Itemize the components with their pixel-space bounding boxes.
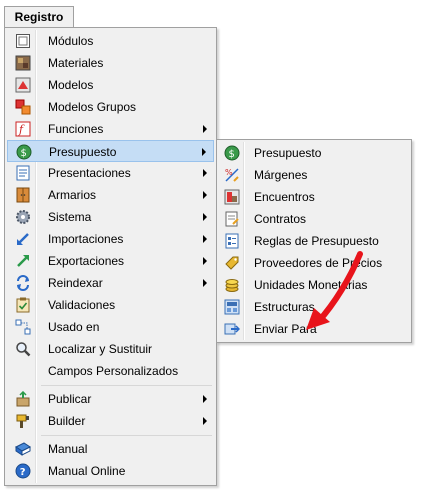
submenu-arrow-icon [203,191,207,199]
menu-item-label: Manual Online [48,464,126,478]
menu-item-publicar[interactable]: Publicar [7,388,214,410]
import-icon [15,231,31,247]
menu-item-label: Publicar [48,392,92,406]
menu-item-manual-online[interactable]: ? Manual Online [7,460,214,482]
menu-item-label: Sistema [48,210,92,224]
submenu-item-encuentros[interactable]: Encuentros [219,186,409,208]
menu-item-label: Presupuesto [49,145,117,159]
models-icon [15,77,31,93]
menubar: Registro [0,0,421,28]
structures-icon [224,299,240,315]
modules-icon [15,33,31,49]
validations-icon [15,297,31,313]
menu-item-usado-en[interactable]: Usado en [7,316,214,338]
menu-item-modulos[interactable]: Módulos [7,30,214,52]
submenu-arrow-icon [203,417,207,425]
budget-rules-icon [224,233,240,249]
menu-item-funciones[interactable]: f Funciones [7,118,214,140]
model-groups-icon [15,99,31,115]
submenu-arrow-icon [203,235,207,243]
export-icon [15,253,31,269]
menu-item-label: Presupuesto [254,146,322,160]
menu-item-label: Funciones [48,122,104,136]
menu-item-label: Materiales [48,56,104,70]
menu-item-label: Usado en [48,320,100,334]
currency-units-icon [224,277,240,293]
menu-item-materiales[interactable]: Materiales [7,52,214,74]
menu-item-presupuesto[interactable]: $ Presupuesto [7,140,214,162]
menu-item-armarios[interactable]: Armarios [7,184,214,206]
svg-text:$: $ [229,149,235,160]
menu-item-label: Márgenes [254,168,308,182]
search-replace-icon [15,341,31,357]
menu-separator [41,385,212,386]
submenu-arrow-icon [202,148,206,156]
materials-icon [15,55,31,71]
help-icon: ? [15,463,31,479]
svg-text:$: $ [21,148,27,159]
menu-item-label: Campos Personalizados [48,364,179,378]
menu-item-label: Armarios [48,188,97,202]
menu-item-label: Localizar y Sustituir [48,342,153,356]
menu-item-exportaciones[interactable]: Exportaciones [7,250,214,272]
menu-item-label: Exportaciones [48,254,125,268]
menu-item-builder[interactable]: Builder [7,410,214,432]
menu-separator [41,435,212,436]
menu-item-manual[interactable]: Manual [7,438,214,460]
menu-item-label: Encuentros [254,190,315,204]
wardrobes-icon [15,187,31,203]
reindex-icon [15,275,31,291]
price-providers-icon [224,255,240,271]
margins-icon: % [224,167,240,183]
system-gear-icon [15,209,31,225]
menu-item-presentaciones[interactable]: Presentaciones [7,162,214,184]
menu-item-validaciones[interactable]: Validaciones [7,294,214,316]
manual-book-icon [15,441,31,457]
menu-item-localizar-sustituir[interactable]: Localizar y Sustituir [7,338,214,360]
menu-item-label: Importaciones [48,232,124,246]
budget-icon: $ [224,145,240,161]
submenu-item-margenes[interactable]: % Márgenes [219,164,409,186]
menu-item-label: Validaciones [48,298,116,312]
publish-icon [15,391,31,407]
menu-item-label: Modelos Grupos [48,100,137,114]
submenu-arrow-icon [203,257,207,265]
menu-item-modelos-grupos[interactable]: Modelos Grupos [7,96,214,118]
send-to-icon [224,321,240,337]
menu-item-modelos[interactable]: Modelos [7,74,214,96]
budget-icon: $ [16,144,32,160]
used-in-icon [15,319,31,335]
submenu-arrow-icon [203,279,207,287]
builder-icon [15,413,31,429]
annotation-red-arrow [306,251,363,330]
menu-item-label: Contratos [254,212,307,226]
menu-item-reindexar[interactable]: Reindexar [7,272,214,294]
menu-item-label: Manual [48,442,88,456]
menu-item-label: Presentaciones [48,166,131,180]
submenu-item-contratos[interactable]: Contratos [219,208,409,230]
presentations-icon [15,165,31,181]
submenu-arrow-icon [203,125,207,133]
menu-item-label: Builder [48,414,86,428]
svg-text:?: ? [20,467,26,478]
functions-icon: f [15,121,31,137]
submenu-arrow-icon [203,395,207,403]
svg-text:%: % [225,168,233,177]
menu-item-label: Modelos [48,78,94,92]
menu-item-sistema[interactable]: Sistema [7,206,214,228]
submenu-arrow-icon [203,169,207,177]
submenu-item-presupuesto[interactable]: $ Presupuesto [219,142,409,164]
menu-item-label: Módulos [48,34,94,48]
menu-item-importaciones[interactable]: Importaciones [7,228,214,250]
submenu-arrow-icon [203,213,207,221]
encounters-icon [224,189,240,205]
menu-item-campos-personalizados[interactable]: Campos Personalizados [7,360,214,382]
registro-dropdown-menu: Módulos Materiales Modelos Modelos Grupo… [4,27,217,486]
menu-tab-registro[interactable]: Registro [4,6,74,28]
menu-item-label: Reindexar [48,276,103,290]
contracts-icon [224,211,240,227]
